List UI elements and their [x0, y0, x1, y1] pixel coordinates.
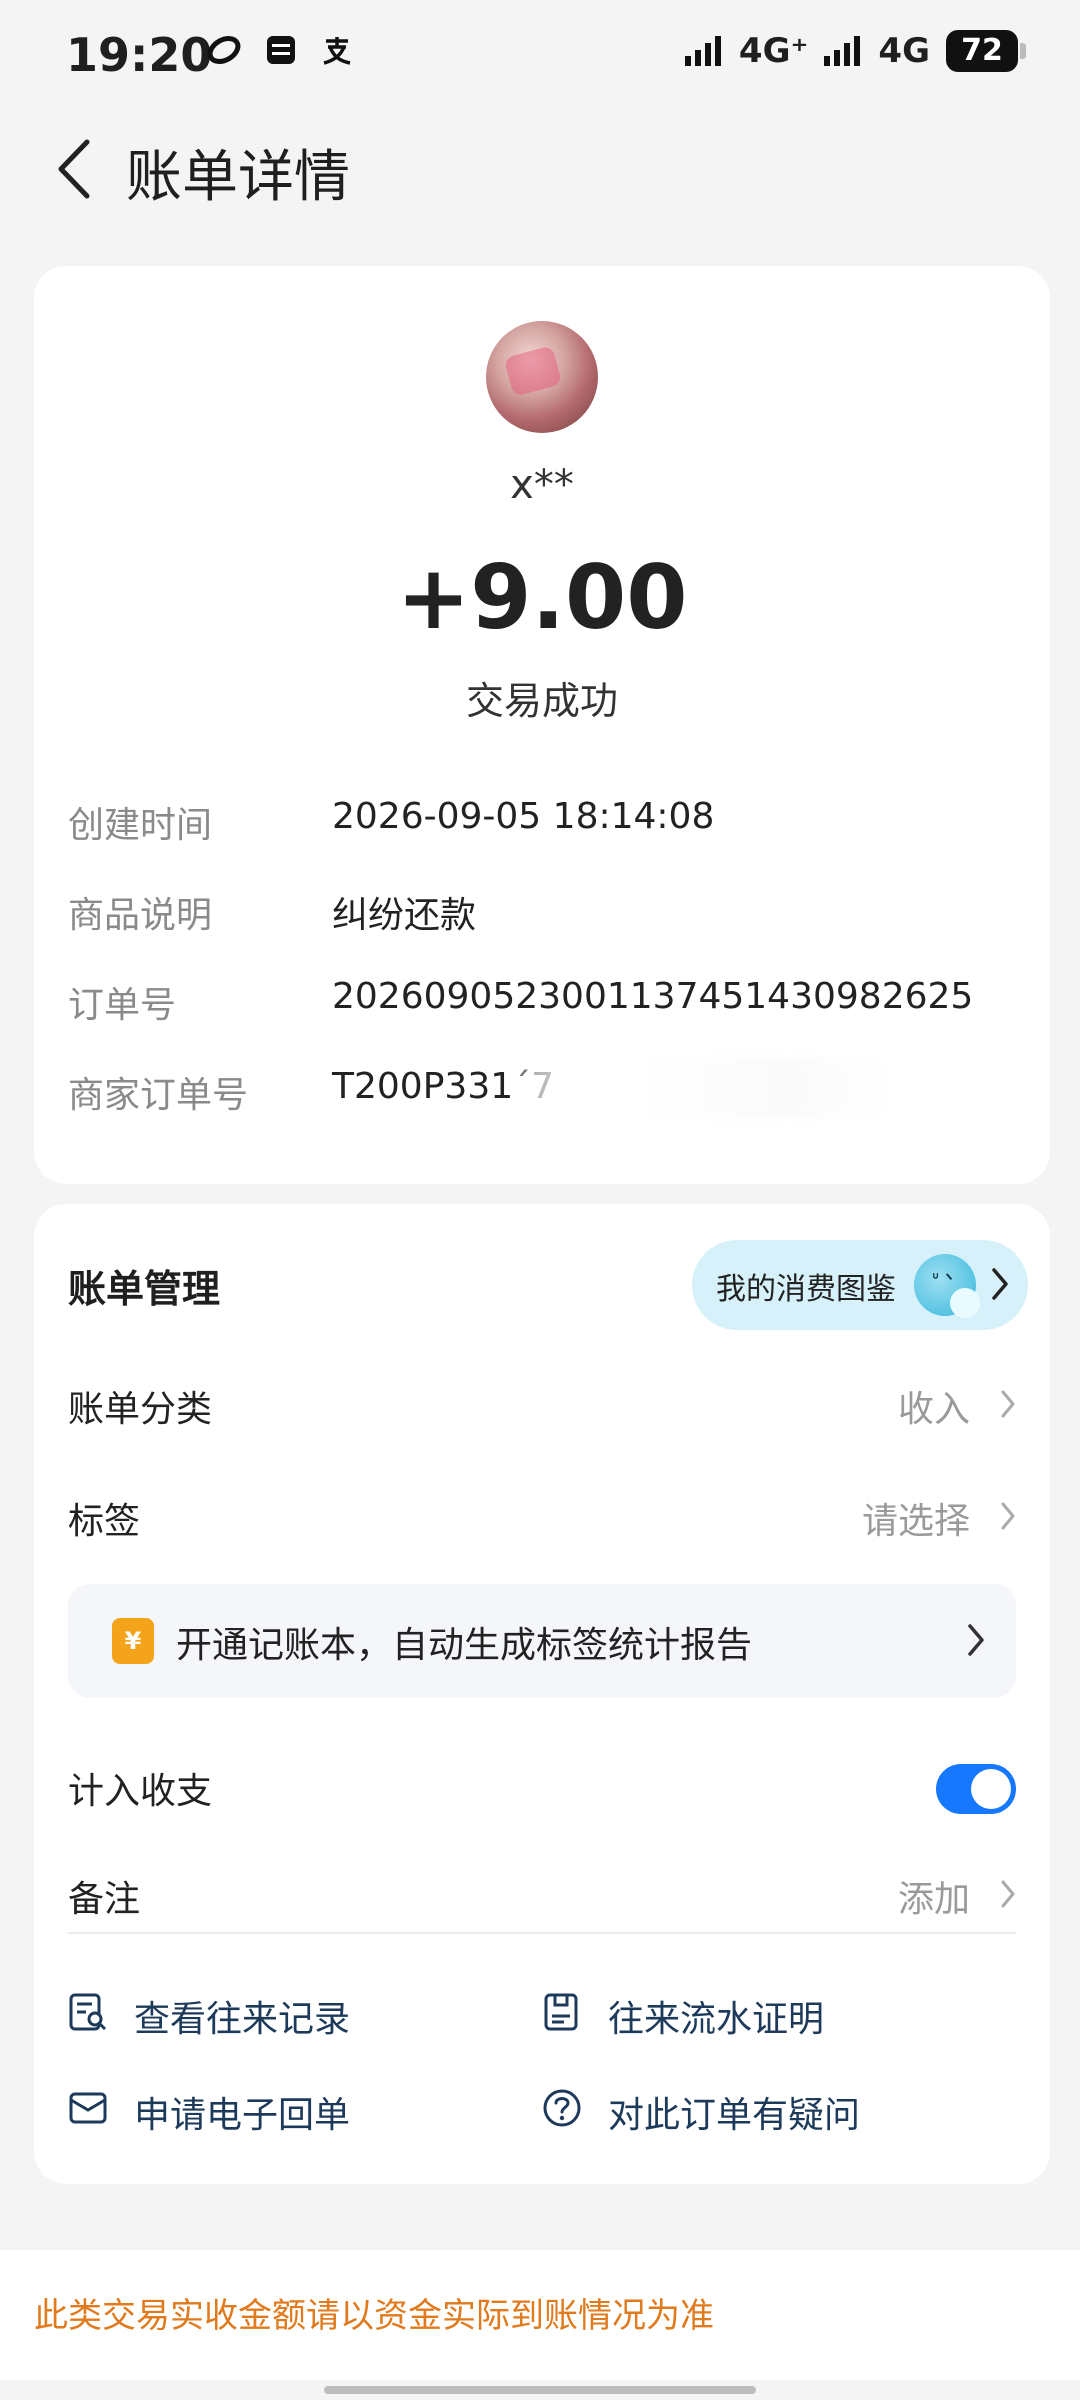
- bill-category-row[interactable]: 账单分类 收入: [68, 1370, 1016, 1440]
- status-time: 19:20: [66, 28, 213, 82]
- transaction-status: 交易成功: [465, 679, 618, 723]
- setting-label: 账单分类: [68, 1389, 213, 1430]
- include-in-budget-toggle[interactable]: [936, 1764, 1016, 1814]
- chevron-right-icon: [992, 1268, 1008, 1300]
- chevron-right-icon: [1001, 1390, 1015, 1418]
- detail-label: 创建时间: [68, 805, 213, 846]
- tag-row[interactable]: 标签 请选择: [68, 1482, 1016, 1552]
- bill-management-card: 账单管理 我的消费图鉴 ᐡ ᐠ 账单分类 收入 标签 请选择 ¥ 开通记账本，自…: [34, 1204, 1050, 2184]
- detail-row-order-no: 订单号 2026090523001137451430982625: [68, 976, 1016, 1036]
- battery-icon: 72: [946, 30, 1026, 72]
- detail-value[interactable]: 2026090523001137451430982625: [332, 976, 973, 1017]
- amount: +9.00: [396, 546, 688, 649]
- detail-label: 商家订单号: [68, 1075, 249, 1116]
- toggle-knob: [971, 1769, 1011, 1809]
- setting-label: 备注: [68, 1879, 141, 1920]
- detail-row-merchant-order-no: 商家订单号 T200P331´7: [68, 1058, 1016, 1126]
- detail-value: 2026-09-05 18:14:08: [332, 796, 715, 837]
- include-in-budget-row: 计入收支: [68, 1752, 1016, 1822]
- note-row[interactable]: 备注 添加: [68, 1860, 1016, 1930]
- detail-row-created-time: 创建时间 2026-09-05 18:14:08: [68, 796, 1016, 856]
- setting-value: 请选择: [861, 1501, 970, 1542]
- detail-row-description: 商品说明 纠纷还款: [68, 886, 1016, 946]
- divider: [68, 1932, 1016, 1934]
- notice-text: 此类交易实收金额请以资金实际到账情况为准: [34, 2296, 714, 2336]
- alipay-icon: [323, 37, 351, 65]
- bookkeeping-promo-banner[interactable]: ¥ 开通记账本，自动生成标签统计报告: [68, 1584, 1016, 1698]
- action-label: 查看往来记录: [134, 1999, 351, 2040]
- pill-label: 我的消费图鉴: [716, 1272, 896, 1307]
- setting-value: 收入: [897, 1389, 970, 1430]
- back-arrow-icon: [58, 139, 90, 199]
- signal-icon-2: [824, 36, 861, 66]
- mascot-icon: ᐡ ᐠ: [914, 1254, 980, 1318]
- detail-label: 订单号: [68, 985, 177, 1026]
- promo-text: 开通记账本，自动生成标签统计报告: [176, 1625, 753, 1666]
- home-indicator[interactable]: [324, 2386, 756, 2394]
- chevron-right-icon: [968, 1624, 984, 1656]
- setting-value: 添加: [897, 1879, 970, 1920]
- network-type-1: 4G⁺: [738, 31, 809, 71]
- nav-header: 账单详情: [0, 110, 1080, 230]
- coupon-icon: ¥: [112, 1618, 154, 1664]
- payee-name: x**: [510, 462, 574, 508]
- consumption-atlas-button[interactable]: 我的消费图鉴 ᐡ ᐠ: [692, 1240, 1028, 1330]
- action-label: 对此订单有疑问: [608, 2095, 861, 2136]
- signal-icon: [684, 36, 721, 66]
- notification-icons: [206, 32, 354, 68]
- status-bar: 19:20 4G⁺ 4G 72: [0, 0, 1080, 110]
- network-type-2: 4G: [878, 31, 930, 71]
- statement-proof-icon: [544, 1993, 578, 2031]
- chevron-right-icon: [1001, 1502, 1015, 1530]
- app-notification-icon: [207, 36, 241, 64]
- statement-proof-button[interactable]: 往来流水证明: [542, 1984, 1022, 2044]
- setting-label: 计入收支: [68, 1771, 213, 1812]
- system-status: 4G⁺ 4G 72: [684, 30, 1026, 72]
- envelope-icon: [69, 2092, 107, 2124]
- detail-value: 纠纷还款: [332, 895, 477, 936]
- action-label: 往来流水证明: [608, 1999, 825, 2040]
- record-search-icon: [69, 1993, 107, 2031]
- message-icon: [267, 36, 295, 64]
- question-icon: [543, 2089, 581, 2127]
- action-label: 申请电子回单: [134, 2095, 351, 2136]
- view-history-button[interactable]: 查看往来记录: [68, 1984, 508, 2044]
- order-question-button[interactable]: 对此订单有疑问: [542, 2080, 1022, 2140]
- detail-label: 商品说明: [68, 895, 213, 936]
- chevron-right-icon: [1001, 1880, 1015, 1908]
- bill-summary-card: x** +9.00 交易成功 创建时间 2026-09-05 18:14:08 …: [34, 266, 1050, 1184]
- page-title: 账单详情: [126, 145, 350, 210]
- electronic-receipt-button[interactable]: 申请电子回单: [68, 2080, 508, 2140]
- payee-avatar[interactable]: [486, 321, 598, 433]
- setting-label: 标签: [68, 1501, 141, 1542]
- redaction-blur: [518, 1058, 898, 1118]
- back-button[interactable]: [40, 134, 110, 204]
- footer-notice: 此类交易实收金额请以资金实际到账情况为准: [0, 2250, 1080, 2380]
- section-title: 账单管理: [68, 1267, 221, 1311]
